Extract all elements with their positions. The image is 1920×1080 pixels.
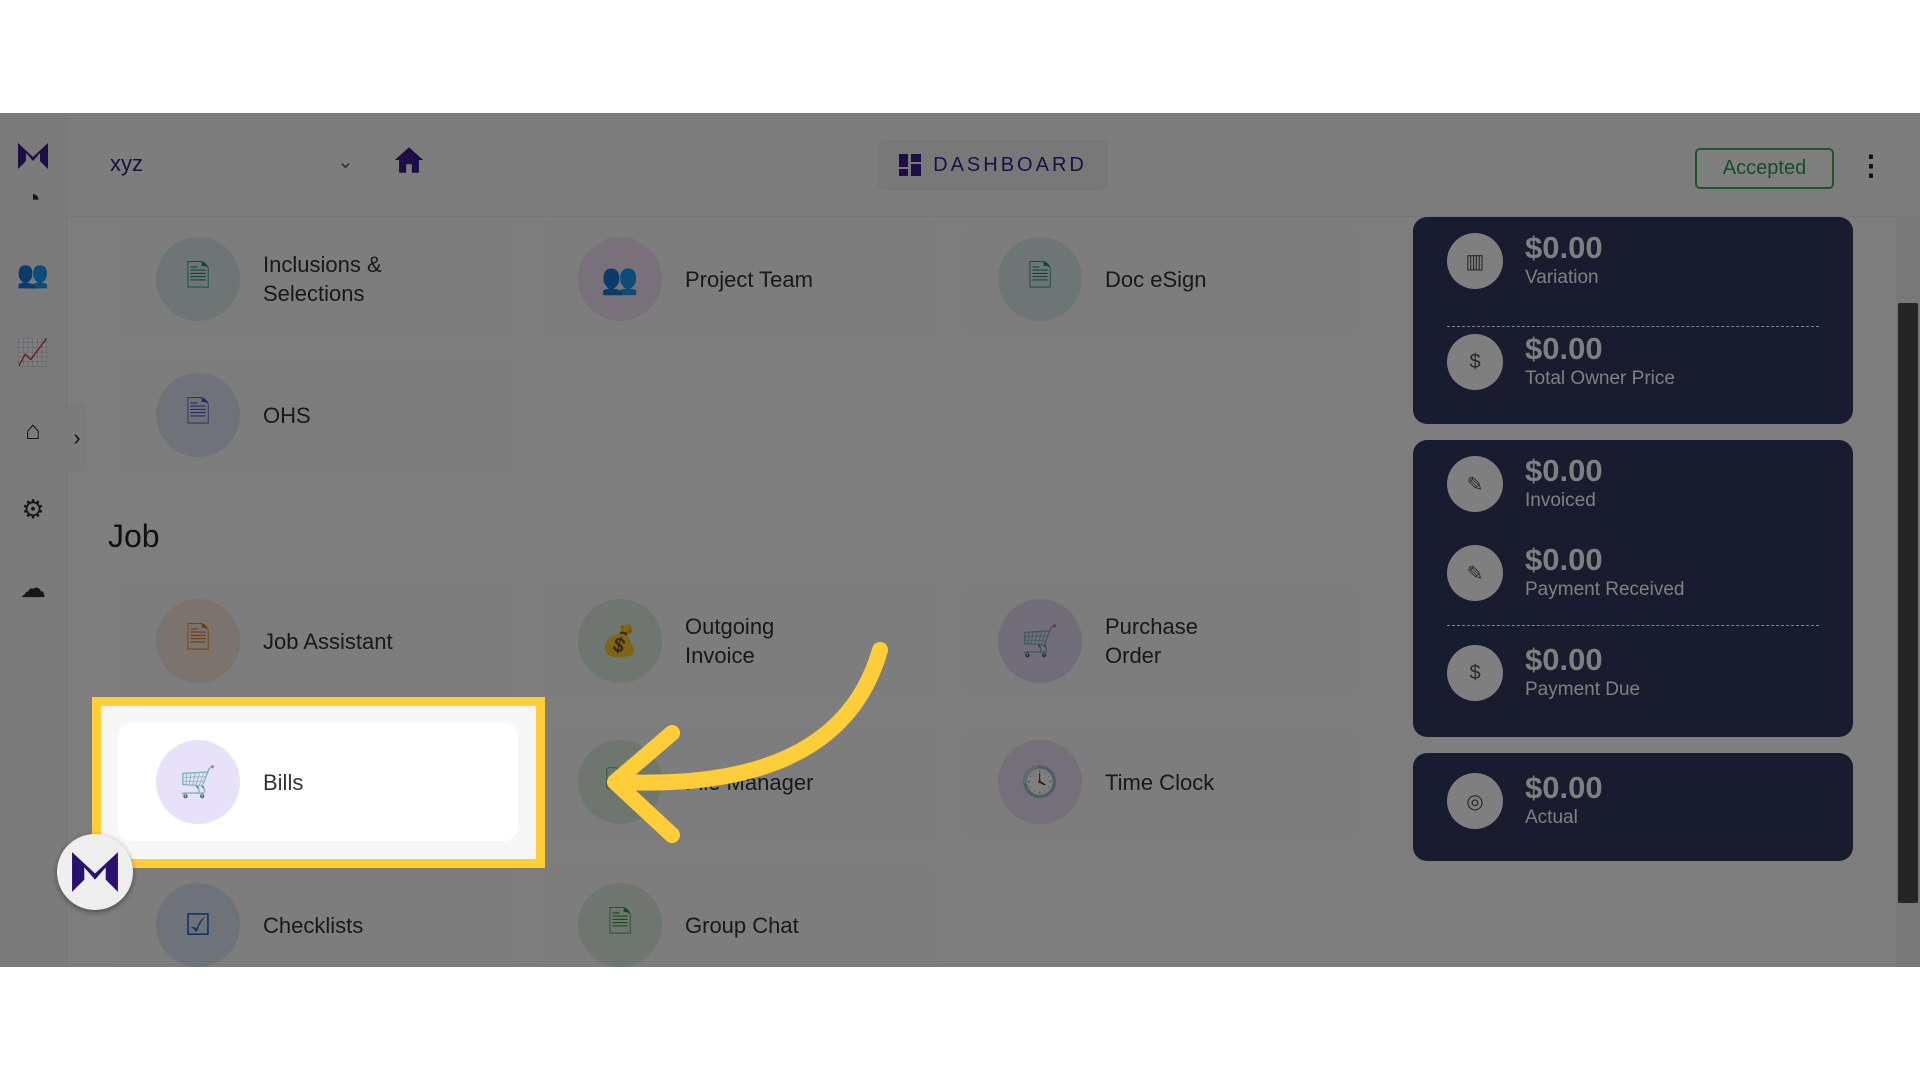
logo-icon (72, 852, 118, 892)
tile-label: Bills (263, 769, 304, 795)
assistant-logo-button[interactable] (57, 834, 133, 910)
cart-icon: 🛒 (156, 740, 240, 824)
highlight-box: 🛒 Bills (92, 697, 545, 868)
tile-bills[interactable]: 🛒 Bills (118, 723, 518, 841)
